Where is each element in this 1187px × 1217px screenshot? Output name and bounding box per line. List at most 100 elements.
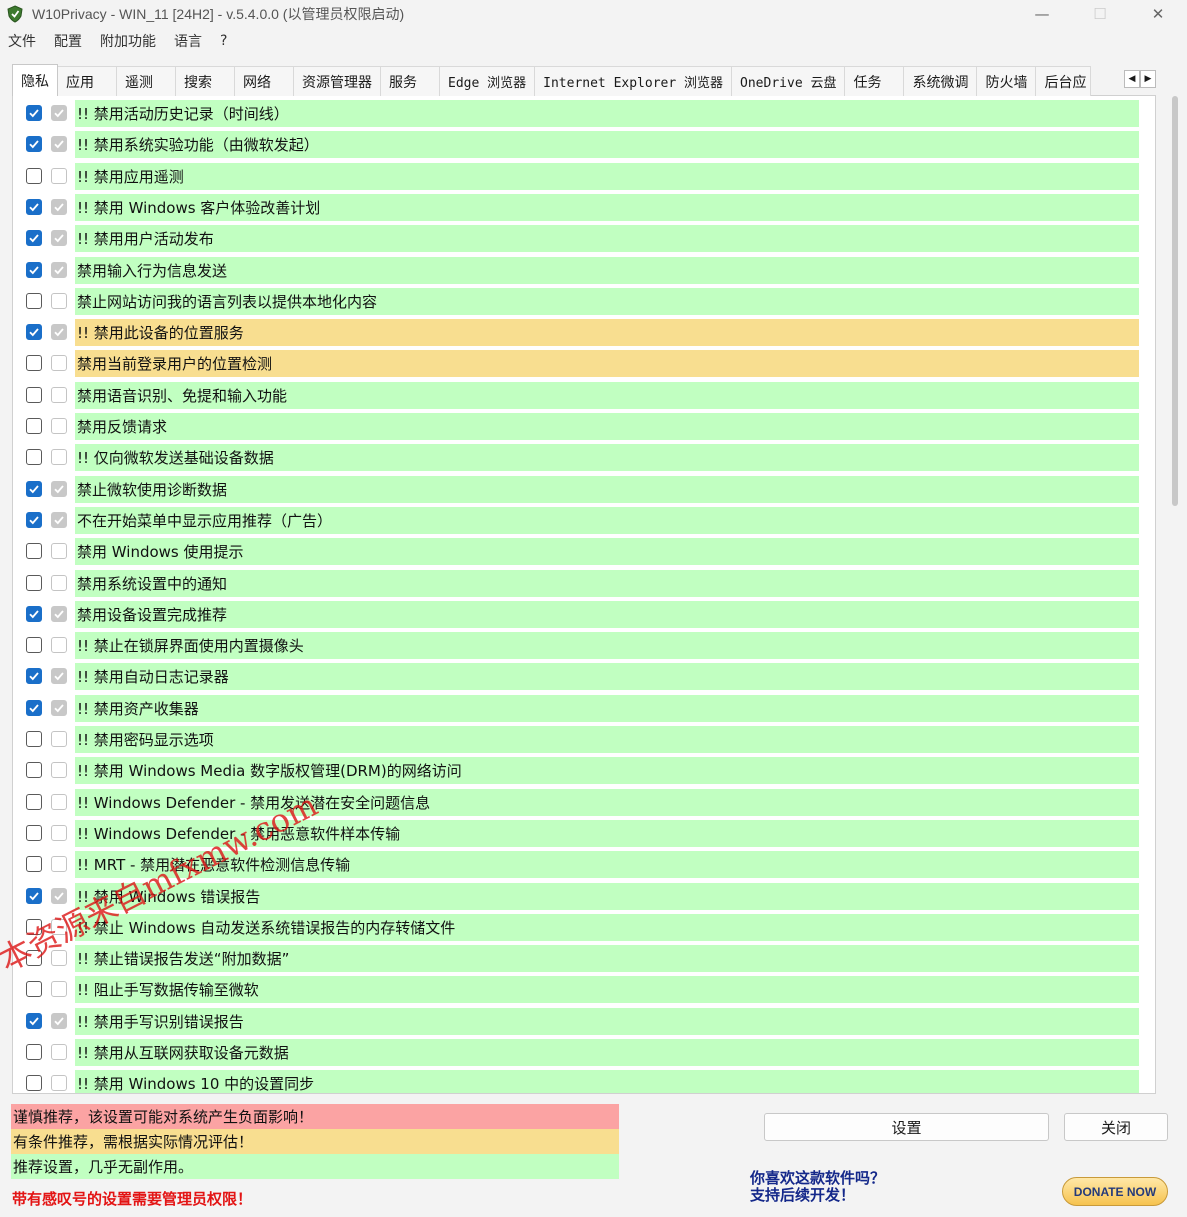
setting-row[interactable]: !! 禁用手写识别错误报告 [13, 1006, 1155, 1037]
setting-row[interactable]: !! 仅向微软发送基础设备数据 [13, 442, 1155, 473]
setting-row[interactable]: !! 禁用从互联网获取设备元数据 [13, 1037, 1155, 1068]
setting-checkbox[interactable] [26, 856, 42, 873]
setting-row[interactable]: !! 禁用 Windows 客户体验改善计划 [13, 192, 1155, 223]
close-window-button[interactable]: ✕ [1129, 0, 1187, 28]
setting-row[interactable]: !! 禁用 Windows 错误报告 [13, 881, 1155, 912]
setting-row[interactable]: 不在开始菜单中显示应用推荐（广告） [13, 505, 1155, 536]
apply-settings-button[interactable]: 设置 [764, 1113, 1049, 1141]
setting-row[interactable]: !! 禁用活动历史记录（时间线） [13, 98, 1155, 129]
setting-row[interactable]: !! 禁止在锁屏界面使用内置摄像头 [13, 630, 1155, 661]
menu-extras[interactable]: 附加功能 [100, 31, 156, 51]
maximize-button[interactable]: ☐ [1071, 0, 1129, 28]
setting-checkbox[interactable] [26, 543, 42, 560]
setting-row[interactable]: 禁用反馈请求 [13, 411, 1155, 442]
setting-checkbox[interactable] [26, 324, 42, 341]
setting-row[interactable]: 禁用输入行为信息发送 [13, 255, 1155, 286]
title-bar: W10Privacy - WIN_11 [24H2] - v.5.4.0.0 (… [0, 0, 1187, 28]
recommended-checkbox [51, 856, 67, 873]
tab-privacy[interactable]: 隐私 [12, 64, 58, 96]
setting-row[interactable]: !! 禁用资产收集器 [13, 693, 1155, 724]
recommended-checkbox [51, 230, 67, 247]
setting-row[interactable]: !! 禁用密码显示选项 [13, 724, 1155, 755]
setting-checkbox[interactable] [26, 699, 42, 716]
setting-checkbox[interactable] [26, 793, 42, 810]
recommended-checkbox [51, 918, 67, 935]
setting-checkbox[interactable] [26, 887, 42, 904]
menu-config[interactable]: 配置 [54, 31, 82, 51]
recommended-checkbox [51, 136, 67, 153]
setting-checkbox[interactable] [26, 981, 42, 998]
tab-tweaks[interactable]: 系统微调 [903, 66, 978, 96]
setting-checkbox[interactable] [26, 762, 42, 779]
close-button[interactable]: 关闭 [1064, 1113, 1168, 1141]
setting-checkbox[interactable] [26, 731, 42, 747]
setting-checkbox[interactable] [26, 230, 42, 247]
setting-row[interactable]: 禁用当前登录用户的位置检测 [13, 348, 1155, 379]
setting-checkbox[interactable] [26, 824, 42, 841]
setting-row[interactable]: !! 禁用此设备的位置服务 [13, 317, 1155, 348]
tab-search[interactable]: 搜索 [175, 66, 235, 96]
setting-checkbox[interactable] [26, 1012, 42, 1029]
tab-onedrive[interactable]: OneDrive 云盘 [731, 66, 846, 96]
setting-row[interactable]: !! 禁用用户活动发布 [13, 223, 1155, 254]
setting-checkbox[interactable] [26, 449, 42, 466]
setting-row[interactable]: 禁止网站访问我的语言列表以提供本地化内容 [13, 286, 1155, 317]
setting-row[interactable]: 禁用系统设置中的通知 [13, 568, 1155, 599]
setting-row[interactable]: !! Windows Defender - 禁用发送潜在安全问题信息 [13, 787, 1155, 818]
setting-row[interactable]: 禁止微软使用诊断数据 [13, 474, 1155, 505]
setting-checkbox[interactable] [26, 105, 42, 121]
setting-row[interactable]: 禁用 Windows 使用提示 [13, 536, 1155, 567]
setting-row[interactable]: 禁用语音识别、免提和输入功能 [13, 380, 1155, 411]
tab-scroll-left-icon[interactable]: ◀ [1124, 70, 1140, 88]
setting-checkbox[interactable] [26, 136, 42, 153]
menu-file[interactable]: 文件 [8, 31, 36, 51]
setting-row[interactable]: !! Windows Defender - 禁用恶意软件样本传输 [13, 818, 1155, 849]
setting-checkbox[interactable] [26, 386, 42, 403]
setting-checkbox[interactable] [26, 355, 42, 372]
setting-checkbox[interactable] [26, 261, 42, 278]
setting-checkbox[interactable] [26, 1044, 42, 1060]
tab-apps[interactable]: 应用 [57, 66, 117, 96]
tab-scroll-arrows: ◀ ▶ [1124, 70, 1156, 88]
setting-checkbox[interactable] [26, 574, 42, 591]
setting-row[interactable]: !! 禁用应用遥测 [13, 161, 1155, 192]
vertical-scrollbar[interactable] [1172, 96, 1178, 506]
tab-telemetry[interactable]: 遥测 [116, 66, 176, 96]
setting-label: !! 禁用自动日志记录器 [75, 663, 1139, 691]
recommended-checkbox [51, 793, 67, 810]
setting-checkbox[interactable] [26, 668, 42, 685]
setting-checkbox[interactable] [26, 167, 42, 184]
setting-row[interactable]: !! 禁止错误报告发送“附加数据” [13, 943, 1155, 974]
setting-row[interactable]: !! MRT - 禁用潜在恶意软件检测信息传输 [13, 849, 1155, 880]
setting-row[interactable]: !! 禁用 Windows 10 中的设置同步 [13, 1068, 1155, 1093]
tab-network[interactable]: 网络 [234, 66, 294, 96]
setting-row[interactable]: !! 阻止手写数据传输至微软 [13, 974, 1155, 1005]
setting-checkbox[interactable] [26, 418, 42, 434]
setting-checkbox[interactable] [26, 918, 42, 935]
setting-checkbox[interactable] [26, 480, 42, 497]
tab-scroll-right-icon[interactable]: ▶ [1140, 70, 1156, 88]
menu-language[interactable]: 语言 [174, 31, 202, 51]
tab-background-apps[interactable]: 后台应 [1035, 66, 1092, 96]
setting-row[interactable]: !! 禁止 Windows 自动发送系统错误报告的内存转储文件 [13, 912, 1155, 943]
setting-row[interactable]: 禁用设备设置完成推荐 [13, 599, 1155, 630]
setting-checkbox[interactable] [26, 292, 42, 309]
setting-checkbox[interactable] [26, 605, 42, 622]
tab-edge[interactable]: Edge 浏览器 [439, 66, 536, 96]
setting-row[interactable]: !! 禁用自动日志记录器 [13, 661, 1155, 692]
setting-checkbox[interactable] [26, 637, 42, 654]
minimize-button[interactable]: — [1013, 0, 1071, 28]
setting-checkbox[interactable] [26, 198, 42, 215]
tab-tasks[interactable]: 任务 [844, 66, 905, 96]
setting-checkbox[interactable] [26, 950, 42, 967]
setting-checkbox[interactable] [26, 1075, 42, 1092]
donate-button[interactable]: DONATE NOW [1062, 1177, 1168, 1206]
menu-help[interactable]: ? [220, 33, 227, 49]
setting-row[interactable]: !! 禁用 Windows Media 数字版权管理(DRM)的网络访问 [13, 755, 1155, 786]
tab-ie[interactable]: Internet Explorer 浏览器 [534, 66, 733, 96]
tab-explorer[interactable]: 资源管理器 [293, 66, 381, 96]
tab-firewall[interactable]: 防火墙 [976, 66, 1037, 96]
setting-checkbox[interactable] [26, 511, 42, 528]
setting-row[interactable]: !! 禁用系统实验功能（由微软发起） [13, 129, 1155, 160]
tab-services[interactable]: 服务 [380, 66, 440, 96]
